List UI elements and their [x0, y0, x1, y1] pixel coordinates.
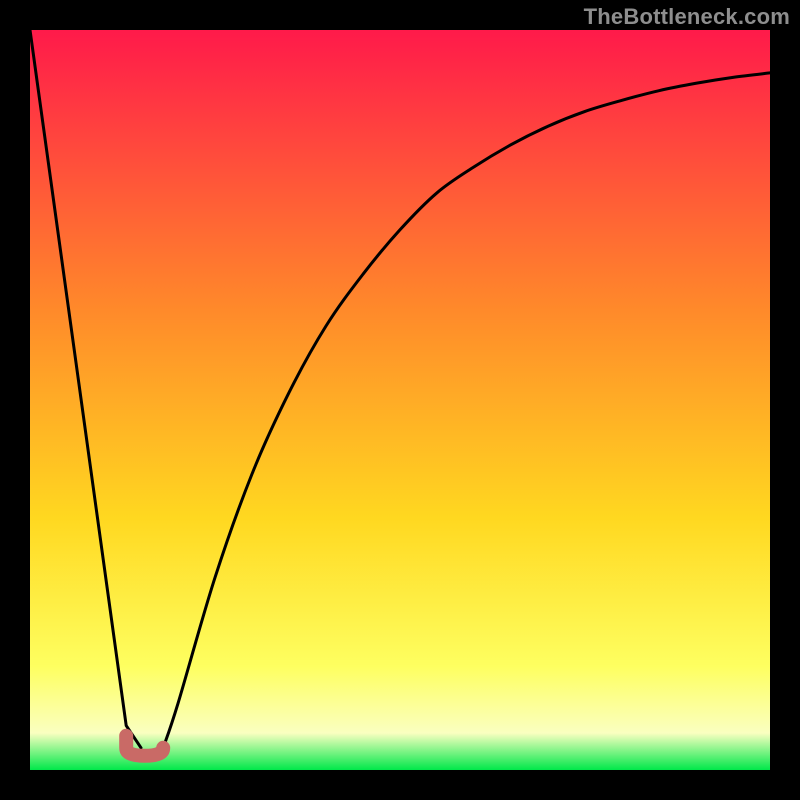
gradient-background — [30, 30, 770, 770]
plot-area — [30, 30, 770, 770]
chart-svg — [30, 30, 770, 770]
attribution-label: TheBottleneck.com — [584, 4, 790, 30]
chart-frame: TheBottleneck.com — [0, 0, 800, 800]
